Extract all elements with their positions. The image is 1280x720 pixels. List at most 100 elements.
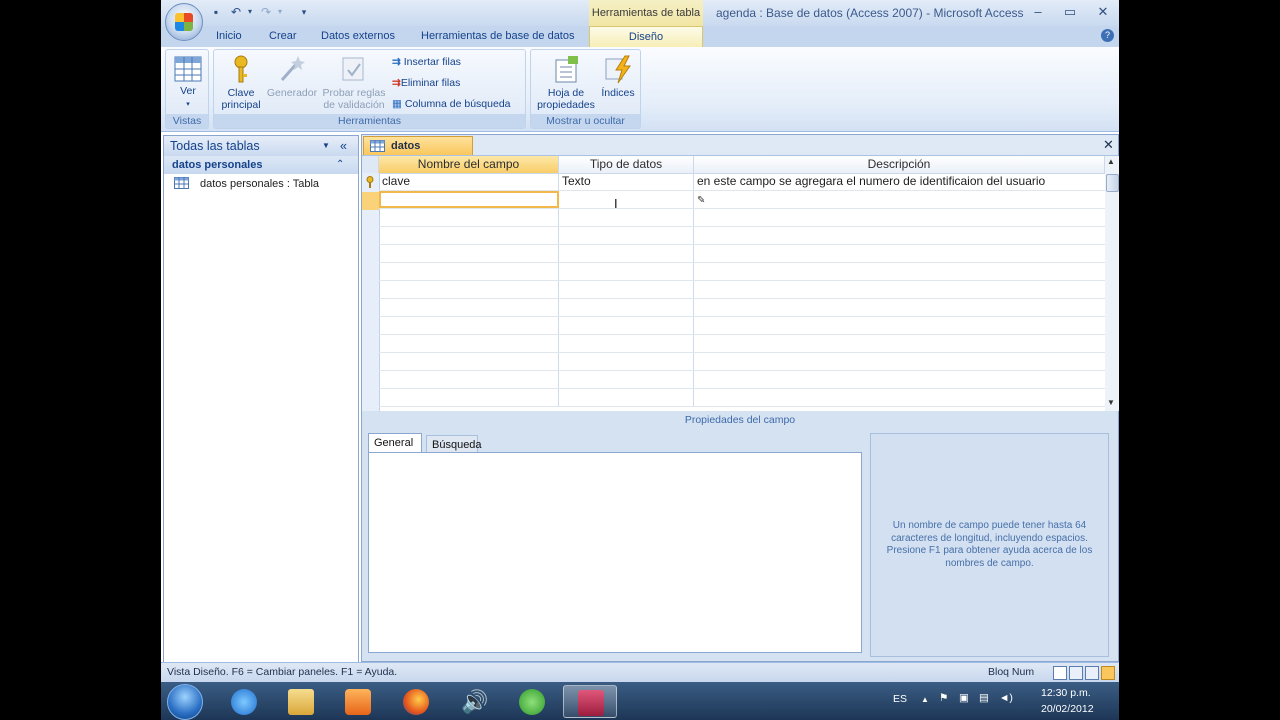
undo-icon[interactable]: ↶ [229, 5, 243, 19]
data-type-cell[interactable] [559, 227, 694, 244]
field-name-cell[interactable] [379, 227, 559, 244]
pivot-table-view-icon[interactable] [1069, 666, 1083, 680]
scroll-down-icon[interactable]: ▼ [1107, 398, 1115, 407]
nav-menu-dropdown-icon[interactable]: ▼ [322, 136, 330, 156]
datasheet-view-icon[interactable] [1053, 666, 1067, 680]
collapse-group-icon[interactable]: ⌃ [336, 156, 344, 174]
undo-dropdown-icon[interactable]: ▾ [243, 5, 257, 19]
data-type-cell[interactable] [559, 209, 694, 226]
pivot-chart-view-icon[interactable] [1085, 666, 1099, 680]
table-row[interactable] [379, 299, 1105, 317]
field-name-cell[interactable] [379, 209, 559, 226]
tab-herramientas-bd[interactable]: Herramientas de base de datos [421, 26, 574, 47]
data-type-cell[interactable] [559, 263, 694, 280]
table-row[interactable] [379, 227, 1105, 245]
table-row[interactable] [379, 209, 1105, 227]
data-type-cell[interactable] [559, 191, 694, 208]
help-icon[interactable]: ? [1101, 29, 1114, 42]
taskbar-messenger-button[interactable] [505, 685, 559, 718]
field-name-cell[interactable] [379, 263, 559, 280]
hoja-propiedades-button[interactable]: Hoja de propiedades [533, 54, 599, 111]
language-indicator[interactable]: ES [893, 693, 907, 705]
indices-button[interactable]: Índices [597, 54, 639, 99]
data-type-cell[interactable] [559, 317, 694, 334]
restore-button[interactable]: ▭ [1057, 3, 1083, 21]
grid-vertical-scrollbar[interactable]: ▲ ▼ [1105, 156, 1119, 411]
action-center-flag-icon[interactable]: ⚑ [939, 692, 948, 704]
clock-time[interactable]: 12:30 p.m. [1041, 687, 1091, 699]
table-row[interactable] [379, 263, 1105, 281]
taskbar-access-button[interactable] [563, 685, 617, 718]
taskbar-media-button[interactable] [331, 685, 385, 718]
shutter-bar-close-icon[interactable]: « [340, 136, 347, 156]
tab-datos-externos[interactable]: Datos externos [321, 26, 395, 47]
office-button[interactable] [165, 3, 203, 41]
taskbar-ie-button[interactable] [217, 685, 271, 718]
show-hidden-icons-icon[interactable]: ▲ [921, 695, 929, 704]
field-name-cell[interactable]: clave [379, 173, 559, 190]
field-name-cell[interactable] [379, 245, 559, 262]
ver-button[interactable]: Ver ▾ [168, 56, 208, 111]
data-type-cell[interactable]: Texto [559, 173, 694, 190]
tab-busqueda[interactable]: Búsqueda [426, 435, 482, 453]
data-type-cell[interactable] [559, 335, 694, 352]
insertar-filas-button[interactable]: ⇉ Insertar filas [392, 53, 461, 71]
taskbar-explorer-button[interactable] [274, 685, 328, 718]
generador-button[interactable]: Generador [264, 54, 320, 99]
table-row[interactable] [379, 389, 1105, 407]
tab-diseno[interactable]: Diseño [589, 26, 703, 47]
data-type-cell[interactable] [559, 389, 694, 406]
table-row[interactable] [379, 353, 1105, 371]
col-tipo-datos[interactable]: Tipo de datos [559, 156, 694, 173]
minimize-button[interactable]: ‒ [1025, 3, 1051, 21]
description-cell[interactable]: en este campo se agregara el numero de i… [694, 173, 1105, 190]
field-name-cell[interactable] [379, 335, 559, 352]
table-row[interactable] [379, 281, 1105, 299]
eliminar-filas-button[interactable]: ⇉Eliminar filas [392, 74, 460, 92]
field-name-cell[interactable] [379, 353, 559, 370]
field-name-cell[interactable] [379, 389, 559, 406]
tab-general[interactable]: General [368, 433, 422, 453]
scroll-thumb[interactable] [1106, 174, 1119, 192]
tab-crear[interactable]: Crear [269, 26, 297, 47]
col-descripcion[interactable]: Descripción [694, 156, 1105, 173]
data-type-cell[interactable] [559, 299, 694, 316]
nav-header[interactable]: Todas las tablas ▼ « [164, 136, 358, 156]
col-nombre-campo[interactable]: Nombre del campo [379, 156, 559, 173]
scroll-up-icon[interactable]: ▲ [1107, 157, 1115, 166]
data-type-cell[interactable] [559, 245, 694, 262]
clock-date[interactable]: 20/02/2012 [1041, 703, 1094, 715]
field-name-cell[interactable] [379, 317, 559, 334]
table-row[interactable] [379, 335, 1105, 353]
design-view-icon[interactable] [1101, 666, 1115, 680]
nav-group-header[interactable]: datos personales ⌃ [164, 156, 358, 174]
field-name-cell-active[interactable] [379, 191, 559, 208]
tab-datos-personales[interactable]: datos personales [363, 136, 473, 170]
nav-item-datos-personales[interactable]: datos personales : Tabla [164, 174, 358, 194]
table-row[interactable]: clave Texto en este campo se agregara el… [379, 173, 1105, 191]
data-type-cell[interactable] [559, 353, 694, 370]
taskbar-volume-button[interactable]: 🔊 [447, 685, 501, 718]
save-icon[interactable]: ▪ [209, 5, 223, 19]
field-name-cell[interactable] [379, 281, 559, 298]
description-cell[interactable]: ✎ [694, 191, 1105, 208]
data-type-cell[interactable] [559, 371, 694, 388]
table-row[interactable] [379, 317, 1105, 335]
taskbar-firefox-button[interactable] [389, 685, 443, 718]
volume-tray-icon[interactable]: ◄) [999, 692, 1013, 704]
tab-inicio[interactable]: Inicio [216, 26, 242, 47]
data-type-cell[interactable] [559, 281, 694, 298]
start-button[interactable] [167, 684, 203, 720]
table-row[interactable]: ✎ [379, 191, 1105, 209]
columna-busqueda-button[interactable]: ▦ Columna de búsqueda [392, 95, 511, 113]
table-row[interactable] [379, 245, 1105, 263]
select-all-corner[interactable] [362, 156, 379, 173]
redo-dropdown-icon[interactable]: ▾ [273, 5, 287, 19]
customize-qat-icon[interactable]: ▾ [297, 5, 311, 19]
current-row-selector[interactable] [362, 192, 379, 210]
network-icon[interactable]: ▣ [959, 692, 969, 704]
table-row[interactable] [379, 371, 1105, 389]
close-document-icon[interactable]: ✕ [1103, 137, 1114, 153]
probar-reglas-button[interactable]: Probar reglas de validación [320, 54, 388, 111]
field-name-cell[interactable] [379, 371, 559, 388]
